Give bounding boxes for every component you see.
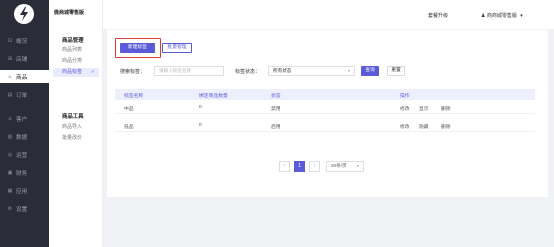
tag-status-select[interactable]: 所有状态 ▾ [268, 66, 355, 76]
nav-item-label: 商品 [16, 74, 28, 81]
page-size-select[interactable]: 20条/页 ▾ [326, 161, 364, 172]
secondary-sidebar: 微商城零售版 商品管理 商品列表 商品分类 商品标签 ✓ 商品工具 商品导入 批… [49, 0, 103, 247]
table-row: 中品 0 禁用 修改 显示 删除 [115, 101, 535, 114]
nav-item-label: 设置 [16, 206, 28, 213]
tag-name-cell: 中品 [124, 107, 134, 112]
status-cell: 禁用 [271, 107, 281, 112]
nav-item-goods[interactable]: ⌂ 商品 [0, 70, 49, 83]
nav-item-finance[interactable]: ▣ 财务 [0, 166, 49, 179]
new-tag-button[interactable]: 新建标签 [120, 43, 155, 53]
sidebar-item-goods-list[interactable]: 商品列表 [53, 46, 99, 55]
nav-item-order[interactable]: ▤ 订单 [0, 88, 49, 101]
search-tag-label: 搜索标签： [120, 69, 146, 75]
nav-item-label: 客户 [16, 116, 28, 123]
edit-link[interactable]: 修改 [400, 123, 410, 130]
search-button[interactable]: 查询 [361, 66, 379, 76]
goods-icon: ⌂ [8, 73, 12, 80]
chevron-down-icon: ▾ [356, 163, 359, 168]
apps-icon: ▦ [7, 187, 13, 194]
tag-name-search-input[interactable]: 请输入标签名称 [154, 66, 224, 76]
shop-name: 微商城零售版 [54, 10, 85, 16]
user-icon: ♟ [481, 13, 486, 19]
hide-link[interactable]: 隐藏 [419, 123, 429, 130]
edit-link[interactable]: 修改 [400, 105, 410, 112]
delete-link[interactable]: 删除 [441, 105, 451, 112]
nav-item-label: 店铺 [16, 56, 28, 63]
reset-button[interactable]: 重置 [387, 66, 405, 76]
bound-goods-count-cell: 0 [199, 105, 202, 110]
app-logo[interactable] [14, 4, 34, 24]
tag-status-value: 所有状态 [273, 68, 292, 73]
nav-item-label: 订单 [16, 92, 28, 99]
status-cell: 启用 [271, 125, 281, 130]
nav-item-label: 财务 [16, 170, 28, 177]
column-header-bound-goods-count: 绑定商品数量 [199, 94, 228, 99]
batch-manage-button[interactable]: 批量管理 [162, 43, 192, 53]
nav-item-label: 应用 [16, 188, 28, 195]
sidebar-item-goods-category[interactable]: 商品分类 [53, 57, 99, 66]
nav-item-apps[interactable]: ▦ 应用 [0, 184, 49, 197]
sidebar-group-title-goods-management: 商品管理 [62, 38, 84, 44]
settings-icon: ⚙ [7, 205, 13, 212]
overview-icon: ⊡ [7, 37, 13, 44]
table-header: 标签名称 绑定商品数量 状态 操作 [115, 89, 535, 100]
chevron-down-icon: ▾ [520, 13, 523, 19]
nav-item-store[interactable]: ⊞ 店铺 [0, 52, 49, 65]
chevron-down-icon: ▾ [347, 68, 350, 73]
page-number-button[interactable]: 1 [294, 161, 305, 172]
store-icon: ⊞ [7, 55, 13, 62]
nav-item-settings[interactable]: ⚙ 设置 [0, 202, 49, 215]
finance-icon: ▣ [7, 169, 13, 176]
page-size-value: 20条/页 [331, 163, 347, 168]
order-icon: ▤ [7, 91, 13, 98]
nav-item-data[interactable]: ▥ 数据 [0, 130, 49, 143]
user-name: 商商城零售版 [486, 13, 517, 19]
column-header-actions: 操作 [400, 94, 410, 99]
sidebar-item-label: 商品标签 [62, 69, 83, 75]
bound-goods-count-cell: 0 [199, 123, 202, 128]
tag-status-label: 标签状态： [235, 69, 261, 75]
top-bar: 套餐升级 ♟ 商商城零售版 ▾ [103, 0, 554, 29]
show-link[interactable]: 显示 [419, 105, 429, 112]
nav-item-label: 数据 [16, 134, 28, 141]
column-header-status: 状态 [271, 94, 281, 99]
nav-item-customer[interactable]: ♙ 客户 [0, 112, 49, 125]
user-menu[interactable]: ♟ 商商城零售版 ▾ [481, 12, 523, 19]
nav-item-label: 运营 [16, 152, 28, 159]
customer-icon: ♙ [7, 115, 13, 122]
nav-item-overview[interactable]: ⊡ 概况 [0, 34, 49, 47]
sidebar-item-goods-import[interactable]: 商品导入 [53, 123, 99, 132]
sidebar-group-title-goods-tools: 商品工具 [62, 114, 84, 120]
operation-icon: ◎ [7, 151, 13, 158]
next-page-button[interactable]: › [309, 161, 320, 172]
package-upgrade-link[interactable]: 套餐升级 [428, 12, 448, 19]
nav-item-operation[interactable]: ◎ 运营 [0, 148, 49, 161]
nav-item-label: 概况 [16, 38, 28, 45]
delete-link[interactable]: 删除 [441, 123, 451, 130]
sidebar-item-batch-price[interactable]: 批量改价 [53, 134, 99, 143]
column-header-tag-name: 标签名称 [124, 94, 144, 99]
logo-mark-icon [20, 7, 28, 21]
sidebar-item-goods-tags[interactable]: 商品标签 ✓ [53, 68, 99, 77]
prev-page-button[interactable]: ‹ [279, 161, 290, 172]
data-icon: ▥ [7, 133, 13, 140]
check-icon: ✓ [90, 69, 95, 75]
table-row: 低品 0 启用 修改 隐藏 删除 [115, 119, 535, 132]
tag-name-cell: 低品 [124, 125, 134, 130]
